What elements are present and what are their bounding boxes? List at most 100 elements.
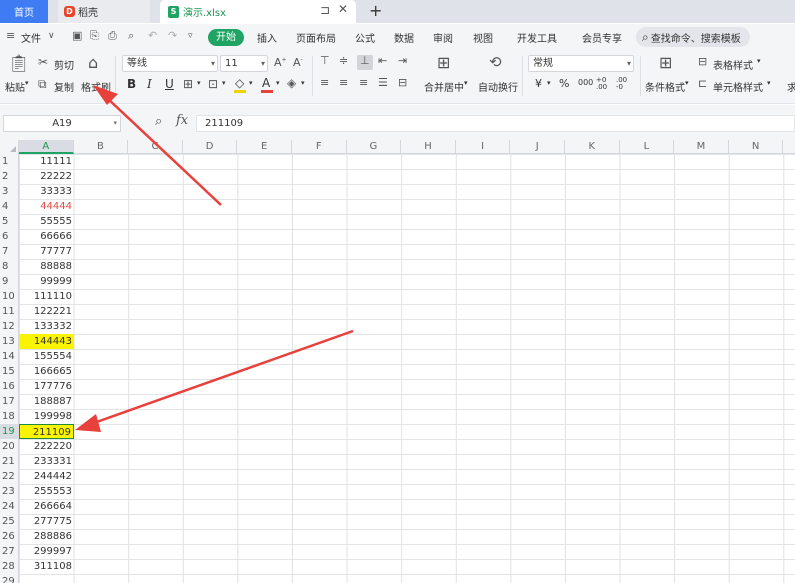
scissors-icon[interactable]: ✂ bbox=[38, 55, 48, 69]
command-search-input[interactable]: ⌕ 查找命令、搜索模板 bbox=[636, 27, 750, 47]
indent-increase-icon[interactable]: ⇥ bbox=[398, 54, 407, 67]
row-header[interactable]: 11 bbox=[0, 304, 19, 319]
increase-font-icon[interactable]: A+ bbox=[274, 56, 287, 69]
align-middle-icon[interactable]: ≑ bbox=[339, 54, 348, 67]
chevron-down-icon[interactable]: ∨ bbox=[48, 31, 55, 41]
conditional-format-dropdown-icon[interactable]: ▾ bbox=[685, 79, 689, 87]
row-header[interactable]: 21 bbox=[0, 454, 19, 469]
table-style-button[interactable]: 表格样式 bbox=[713, 57, 753, 72]
column-header-i[interactable]: I bbox=[456, 140, 511, 154]
customize-toolbar-icon[interactable]: ▿ bbox=[188, 31, 193, 41]
tab-formulas[interactable]: 公式 bbox=[355, 30, 375, 45]
table-cell[interactable]: 222220 bbox=[19, 439, 74, 454]
currency-button[interactable]: ¥ bbox=[535, 77, 542, 90]
row-header[interactable]: 29 bbox=[0, 574, 19, 583]
row-header[interactable]: 3 bbox=[0, 184, 19, 199]
tab-view[interactable]: 视图 bbox=[473, 30, 493, 45]
row-header[interactable]: 26 bbox=[0, 529, 19, 544]
row-header[interactable]: 12 bbox=[0, 319, 19, 334]
file-menu[interactable]: 文件 bbox=[21, 30, 41, 45]
row-header[interactable]: 25 bbox=[0, 514, 19, 529]
thousands-button[interactable]: 000 bbox=[578, 78, 593, 87]
formula-input[interactable]: 211109 bbox=[196, 115, 795, 132]
copy-button[interactable]: 复制 bbox=[54, 79, 74, 94]
row-header[interactable]: 24 bbox=[0, 499, 19, 514]
tab-insert[interactable]: 插入 bbox=[257, 30, 277, 45]
justify-icon[interactable]: ☰ bbox=[378, 76, 388, 89]
paste-icon[interactable]: 📋︎ bbox=[8, 54, 30, 74]
borders-dropdown-icon[interactable]: ▾ bbox=[197, 79, 201, 87]
row-header[interactable]: 28 bbox=[0, 559, 19, 574]
merge-center-button[interactable]: 合并居中 bbox=[424, 79, 464, 94]
table-cell[interactable]: 133332 bbox=[19, 319, 74, 334]
table-cell[interactable] bbox=[19, 574, 74, 583]
table-cell[interactable]: 33333 bbox=[19, 184, 74, 199]
active-cell[interactable]: 211109 bbox=[19, 424, 74, 439]
font-size-select[interactable]: 11 ▾ bbox=[220, 55, 268, 72]
save-icon[interactable]: ▣ bbox=[72, 29, 82, 42]
format-painter-button[interactable]: 格式刷 bbox=[81, 79, 111, 94]
table-cell[interactable]: 88888 bbox=[19, 259, 74, 274]
distribute-icon[interactable]: ⊟ bbox=[398, 76, 407, 89]
row-header[interactable]: 4 bbox=[0, 199, 19, 214]
table-cell[interactable]: 299997 bbox=[19, 544, 74, 559]
clear-dropdown-icon[interactable]: ▾ bbox=[301, 79, 305, 87]
table-cell[interactable]: 255553 bbox=[19, 484, 74, 499]
print-preview-icon[interactable]: ⌕ bbox=[128, 29, 134, 43]
table-cell[interactable]: 311108 bbox=[19, 559, 74, 574]
column-header-l[interactable]: L bbox=[620, 140, 675, 154]
table-cell[interactable]: 166665 bbox=[19, 364, 74, 379]
tab-developer[interactable]: 开发工具 bbox=[517, 30, 557, 45]
eraser-icon[interactable]: ◈ bbox=[287, 76, 296, 90]
italic-button[interactable]: I bbox=[147, 77, 152, 91]
table-cell[interactable]: 155554 bbox=[19, 349, 74, 364]
column-header-a[interactable]: A bbox=[19, 140, 74, 154]
close-icon[interactable]: ✕ bbox=[338, 2, 348, 16]
column-header-n[interactable]: N bbox=[729, 140, 784, 154]
table-cell[interactable]: 177776 bbox=[19, 379, 74, 394]
cell-border-style-icon[interactable]: ⊡ bbox=[208, 77, 218, 91]
row-header[interactable]: 9 bbox=[0, 274, 19, 289]
row-header[interactable]: 10 bbox=[0, 289, 19, 304]
tab-member[interactable]: 会员专享 bbox=[582, 30, 622, 45]
tab-home[interactable]: 首页 bbox=[0, 0, 48, 23]
decrease-decimal-button[interactable]: .00 -0 bbox=[616, 77, 630, 91]
table-cell[interactable]: 11111 bbox=[19, 154, 74, 169]
row-header[interactable]: 2 bbox=[0, 169, 19, 184]
tab-data[interactable]: 数据 bbox=[394, 30, 414, 45]
column-header-k[interactable]: K bbox=[565, 140, 620, 154]
zoom-search-icon[interactable]: ⌕ bbox=[155, 114, 162, 129]
column-header-d[interactable]: D bbox=[183, 140, 238, 154]
column-header-j[interactable]: J bbox=[510, 140, 565, 154]
row-header[interactable]: 27 bbox=[0, 544, 19, 559]
font-name-select[interactable]: 等线 ▾ bbox=[122, 55, 218, 72]
underline-button[interactable]: U bbox=[165, 77, 174, 91]
spreadsheet-grid[interactable]: ABCDEFGHIJKLMN 1 2 3 4 5 6 7 8 9 10 11 12 13 14 15 16 17… bbox=[0, 140, 795, 583]
font-color-dropdown-icon[interactable]: ▾ bbox=[276, 79, 280, 87]
increase-decimal-button[interactable]: +0 .00 bbox=[596, 77, 610, 91]
align-right-icon[interactable]: ≡ bbox=[359, 76, 368, 89]
table-cell[interactable]: 266664 bbox=[19, 499, 74, 514]
cut-button[interactable]: 剪切 bbox=[54, 57, 74, 72]
table-cell[interactable]: 66666 bbox=[19, 229, 74, 244]
align-top-icon[interactable]: ⊤ bbox=[320, 54, 330, 67]
wrap-text-button[interactable]: 自动换行 bbox=[478, 79, 518, 94]
cell-style-icon[interactable]: ⊏ bbox=[698, 77, 707, 90]
decrease-font-icon[interactable]: A- bbox=[293, 56, 303, 69]
select-all-button[interactable] bbox=[0, 140, 19, 154]
table-style-dropdown-icon[interactable]: ▾ bbox=[757, 57, 761, 65]
borders-icon[interactable]: ⊞ bbox=[183, 77, 193, 91]
row-header[interactable]: 15 bbox=[0, 364, 19, 379]
conditional-format-button[interactable]: 条件格式 bbox=[645, 79, 685, 94]
table-cell[interactable]: 99999 bbox=[19, 274, 74, 289]
column-header-c[interactable]: C bbox=[128, 140, 183, 154]
undo-icon[interactable]: ↶ bbox=[148, 29, 157, 42]
table-cell[interactable]: 188887 bbox=[19, 394, 74, 409]
tab-page-layout[interactable]: 页面布局 bbox=[296, 30, 336, 45]
table-cell[interactable]: 277775 bbox=[19, 514, 74, 529]
tab-start[interactable]: 开始 bbox=[208, 29, 244, 46]
percent-button[interactable]: % bbox=[559, 77, 569, 90]
row-header[interactable]: 7 bbox=[0, 244, 19, 259]
row-header[interactable]: 17 bbox=[0, 394, 19, 409]
conditional-format-icon[interactable]: ⊞ bbox=[659, 53, 672, 72]
